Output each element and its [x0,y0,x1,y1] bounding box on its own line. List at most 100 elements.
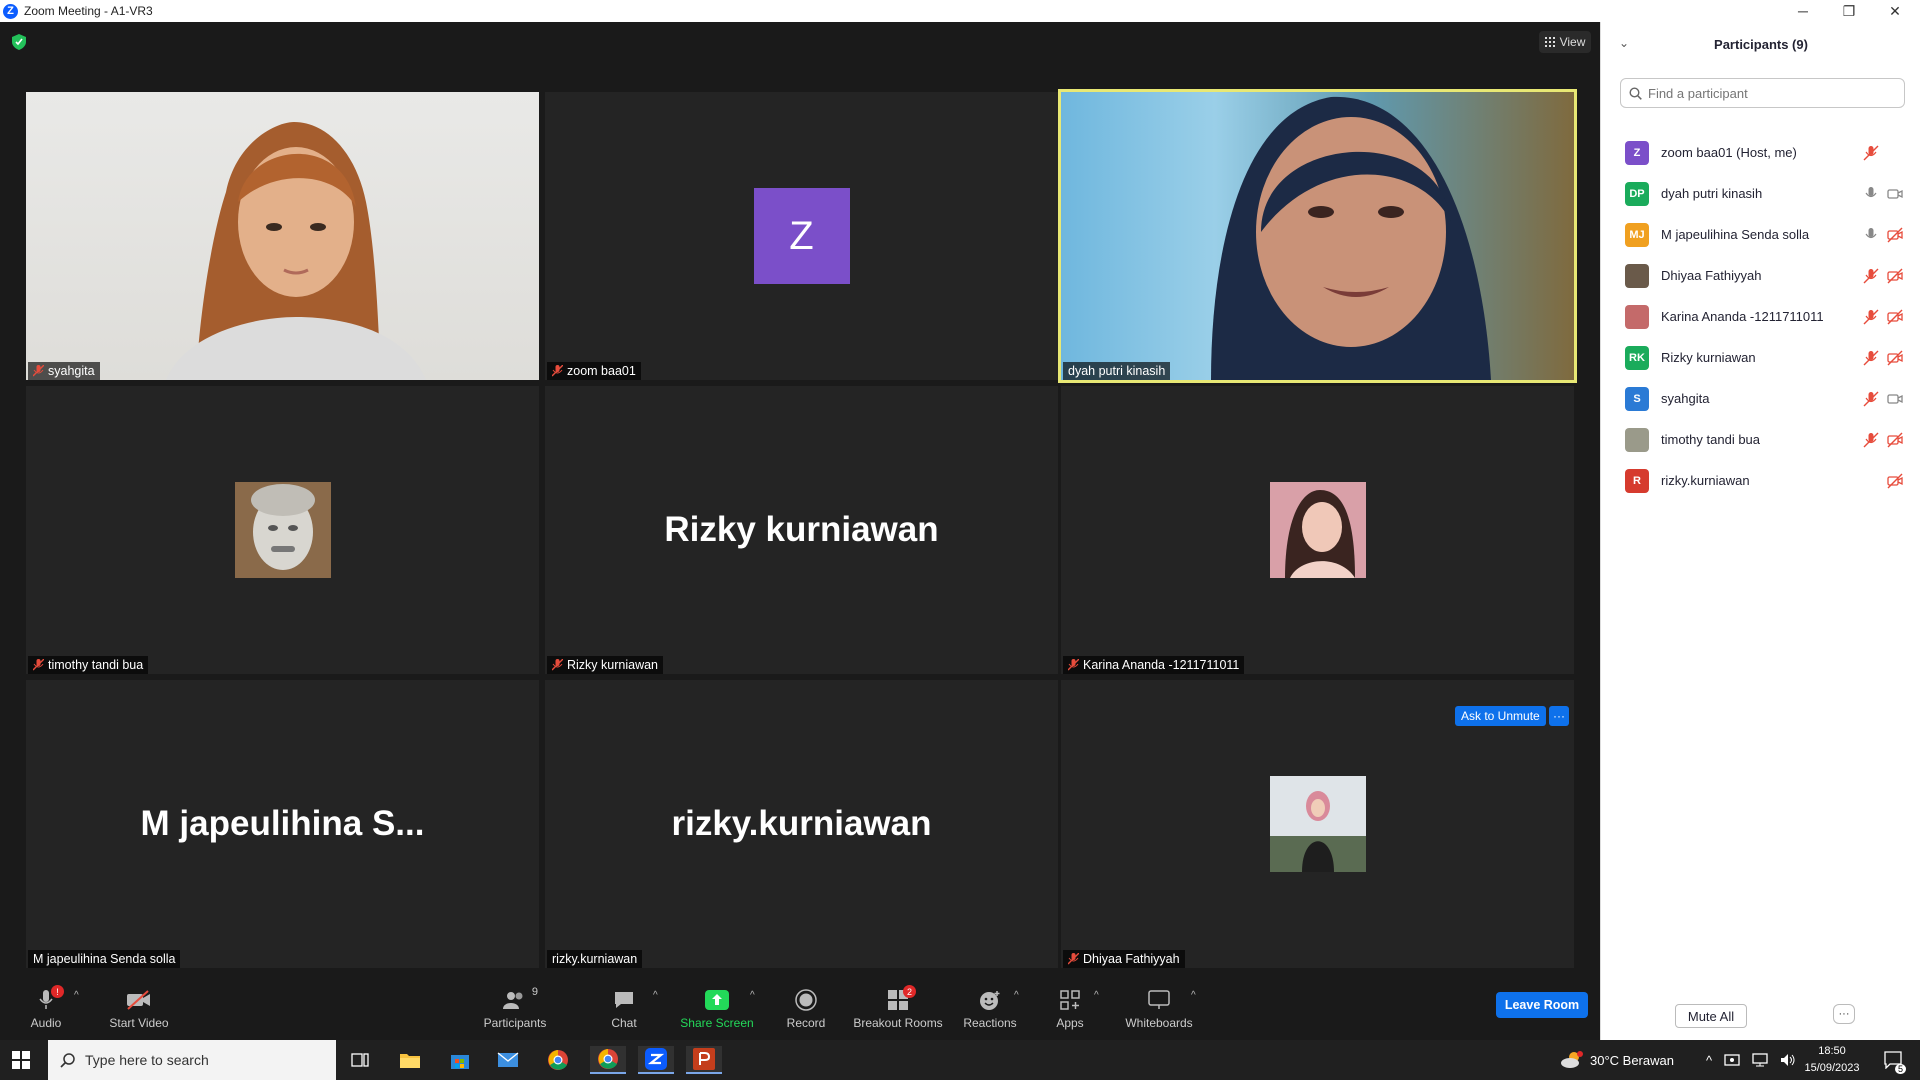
search-icon [60,1052,75,1068]
video-off-icon[interactable] [1887,227,1903,243]
participant-row-name: Rizky kurniawan [1661,350,1756,365]
tile-name-label: Dhiyaa Fathiyyah [1063,950,1185,968]
weather-widget[interactable]: 30°C Berawan [1560,1040,1674,1080]
participant-row[interactable]: timothy tandi bua [1601,419,1920,460]
video-tile[interactable]: M japeulihina S... M japeulihina Senda s… [26,680,539,968]
chat-options-caret-icon[interactable]: ^ [653,990,658,1001]
taskbar-search-box[interactable]: Type here to search [48,1040,336,1080]
participant-row[interactable]: Karina Ananda -1211711011 [1601,296,1920,337]
windows-taskbar: Type here to search 30°C Berawan ^ 18:50… [0,1040,1920,1080]
active-speaker-tile[interactable]: dyah putri kinasih [1058,89,1577,383]
reactions-button[interactable]: Reactions [962,980,1018,1036]
mail-icon[interactable] [490,1046,526,1074]
mic-muted-icon[interactable] [1863,268,1879,284]
video-off-icon[interactable] [1887,309,1903,325]
audio-label: Audio [30,1016,62,1030]
participant-row[interactable]: Rrizky.kurniawan [1601,460,1920,501]
zoom-logo-icon: Z [3,3,18,19]
participant-name: timothy tandi bua [48,658,144,672]
breakout-rooms-icon: 2 [885,985,916,1012]
letter-avatar: Z [753,188,850,284]
apps-caret-icon[interactable]: ^ [1094,990,1099,1001]
profile-photo [1269,776,1366,872]
video-tile[interactable]: Rizky kurniawan Rizky kurniawan [545,386,1058,674]
mic-muted-icon[interactable] [1863,391,1879,407]
minimize-button[interactable]: ─ [1780,0,1826,22]
participant-row[interactable]: Zzoom baa01 (Host, me) [1601,132,1920,173]
mic-muted-icon[interactable] [1863,309,1879,325]
whiteboards-button[interactable]: Whiteboards [1124,980,1194,1036]
task-view-icon[interactable] [342,1046,378,1074]
panel-more-button[interactable]: ··· [1833,1004,1855,1024]
mic-muted-icon[interactable] [1863,145,1879,161]
restore-button[interactable]: ❐ [1826,0,1872,22]
participant-photo-avatar [1625,304,1649,329]
microphone-icon[interactable] [1863,186,1879,202]
participant-name: M japeulihina Senda solla [33,952,176,966]
notification-center-icon[interactable]: 5 [1878,1040,1908,1080]
video-tile[interactable]: timothy tandi bua [26,386,539,674]
video-tile[interactable]: Karina Ananda -1211711011 [1061,386,1574,674]
windows-start-icon[interactable] [12,1051,30,1069]
mic-muted-icon[interactable] [1863,350,1879,366]
participant-name: Karina Ananda -1211711011 [1083,658,1240,672]
clock-date: 15/09/2023 [1804,1062,1860,1074]
apps-button[interactable]: Apps [1052,980,1088,1036]
speaker-volume-icon[interactable] [1780,1053,1796,1067]
microsoft-store-icon[interactable] [442,1046,478,1074]
start-video-button[interactable]: Start Video [104,980,174,1036]
share-screen-label: Share Screen [680,1016,754,1030]
tray-overflow-icon[interactable]: ^ [1706,1053,1712,1068]
microphone-icon[interactable] [1863,227,1879,243]
title-bar: Z Zoom Meeting - A1-VR3 ─ ❐ ✕ [0,0,1920,22]
tile-name-label: syahgita [28,362,100,380]
leave-room-button[interactable]: Leave Room [1496,992,1588,1018]
record-button[interactable]: Record [786,980,826,1036]
share-screen-button[interactable]: Share Screen [680,980,754,1036]
video-off-icon[interactable] [1887,473,1903,489]
video-off-icon[interactable] [1887,350,1903,366]
participant-search-input[interactable] [1648,85,1888,101]
system-tray: ^ [1706,1040,1796,1080]
file-explorer-icon[interactable] [392,1046,428,1074]
whiteboards-caret-icon[interactable]: ^ [1191,990,1196,1001]
onedrive-icon[interactable] [1724,1053,1740,1067]
breakout-rooms-button[interactable]: 2 Breakout Rooms [852,980,944,1036]
audio-button[interactable]: ! Audio [26,980,66,1036]
participant-row[interactable]: MJ M japeulihina Senda solla [1601,214,1920,255]
participant-search-box[interactable] [1620,78,1905,108]
video-camera-icon[interactable] [1887,186,1903,202]
tile-more-button[interactable]: ··· [1549,706,1569,726]
taskbar-clock[interactable]: 18:50 15/09/2023 [1800,1043,1864,1077]
video-tile[interactable]: Z zoom baa01 [545,92,1058,380]
view-button[interactable]: View [1539,31,1591,53]
powerpoint-icon[interactable] [686,1046,722,1074]
network-icon[interactable] [1752,1053,1768,1067]
chrome-icon[interactable] [540,1046,576,1074]
share-options-caret-icon[interactable]: ^ [750,990,755,1001]
mute-all-button[interactable]: Mute All [1675,1004,1747,1028]
video-tile[interactable]: syahgita [26,92,539,380]
security-shield-icon[interactable] [12,34,26,50]
video-camera-icon[interactable] [1887,391,1903,407]
participant-row[interactable]: Dhiyaa Fathiyyah [1601,255,1920,296]
zoom-taskbar-icon[interactable] [638,1046,674,1074]
ask-to-unmute-button[interactable]: Ask to Unmute [1455,706,1546,726]
reactions-caret-icon[interactable]: ^ [1014,990,1019,1001]
participant-row[interactable]: Ssyahgita [1601,378,1920,419]
video-off-icon[interactable] [1887,268,1903,284]
video-tile[interactable]: rizky.kurniawan rizky.kurniawan [545,680,1058,968]
participant-initials-avatar: Z [1625,140,1649,165]
mic-muted-icon[interactable] [1863,432,1879,448]
chat-button[interactable]: Chat [604,980,644,1036]
video-off-icon[interactable] [1887,432,1903,448]
audio-options-caret-icon[interactable]: ^ [74,990,79,1001]
participants-button[interactable]: 9 Participants [480,980,550,1036]
tile-name-label: M japeulihina Senda solla [28,950,181,968]
chrome-profile-icon[interactable] [590,1046,626,1074]
participant-photo-avatar [1625,427,1649,452]
whiteboards-label: Whiteboards [1125,1016,1193,1030]
close-button[interactable]: ✕ [1872,0,1918,22]
participant-row[interactable]: DP dyah putri kinasih [1601,173,1920,214]
participant-row[interactable]: RK Rizky kurniawan [1601,337,1920,378]
